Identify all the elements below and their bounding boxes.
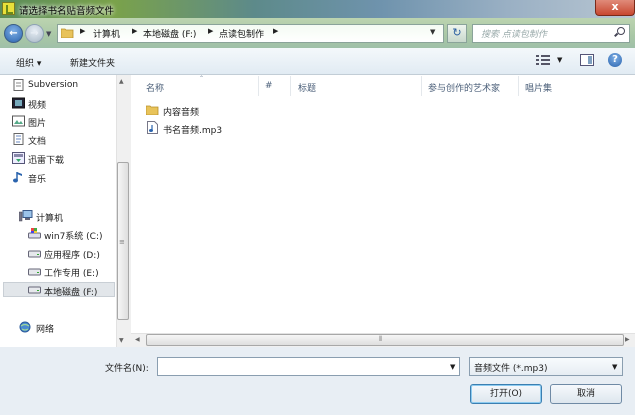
column-divider[interactable] [290,76,291,96]
column-header-album[interactable]: 唱片集 [525,81,552,94]
sidebar-item-subversion[interactable]: Subversion [28,80,78,90]
subversion-icon [12,79,25,91]
view-options-icon[interactable] [536,54,550,66]
column-header-artist[interactable]: 参与创作的艺术家 [428,81,500,94]
window-title: 请选择书名贴音频文件 [19,6,115,17]
sidebar-item-video[interactable]: 视频 [28,98,46,111]
breadcrumb-drive-f[interactable]: 本地磁盘 (F:) [143,27,196,40]
sidebar-item-drive-f[interactable]: 本地磁盘 (F:) [44,285,97,298]
column-divider[interactable] [518,76,519,96]
arrow-right-icon: → [30,28,39,39]
sidebar-item-network[interactable]: 网络 [36,322,54,335]
breadcrumb-separator-icon[interactable]: ▶ [273,27,278,35]
drive-icon [28,266,41,278]
app-icon [2,2,15,15]
column-divider[interactable] [258,76,259,96]
computer-icon [19,210,33,222]
breadcrumb-separator-icon[interactable]: ▶ [208,27,213,35]
sidebar-item-pictures[interactable]: 图片 [28,116,46,129]
sidebar-item-documents[interactable]: 文档 [28,134,46,147]
scroll-up-icon[interactable]: ▲ [119,78,124,85]
download-library-icon [12,152,25,164]
sidebar-item-music[interactable]: 音乐 [28,172,46,185]
file-row-mp3[interactable]: 书名音频.mp3 [163,123,222,136]
sort-ascending-icon: ⌃ [199,75,205,82]
sidebar-item-drive-c[interactable]: win7系统 (C:) [44,229,103,242]
search-icon[interactable] [617,27,625,35]
column-header-title[interactable]: 标题 [298,81,316,94]
music-library-icon [12,171,25,183]
folder-icon [61,27,74,38]
refresh-icon: ↻ [452,26,462,39]
back-button[interactable]: ← [4,24,23,43]
folder-icon [146,104,159,115]
address-dropdown-icon[interactable]: ▼ [430,28,435,36]
view-dropdown-icon[interactable]: ▼ [557,56,562,64]
forward-button[interactable]: → [25,24,44,43]
picture-library-icon [12,115,25,127]
refresh-button[interactable]: ↻ [447,24,467,43]
sidebar-item-downloads[interactable]: 迅雷下载 [28,153,64,166]
organize-button[interactable]: 组织 ▾ [16,56,41,69]
cancel-button[interactable]: 取消 [550,384,622,404]
sidebar-item-computer[interactable]: 计算机 [36,211,63,224]
document-library-icon [12,133,25,145]
horizontal-scroll-thumb[interactable] [146,334,624,346]
video-library-icon [12,97,25,109]
drive-icon [28,248,41,260]
breadcrumb-folder[interactable]: 点读包制作 [219,27,264,40]
filename-label: 文件名(N): [105,364,149,374]
close-button[interactable]: x [595,0,635,16]
network-icon [19,321,33,333]
filetype-dropdown-icon[interactable]: ▼ [612,363,617,371]
filename-dropdown-icon[interactable]: ▼ [450,363,455,371]
new-folder-button[interactable]: 新建文件夹 [70,56,115,69]
system-drive-icon [28,228,41,240]
grip-icon: ≡ [119,238,125,246]
sidebar-item-drive-e[interactable]: 工作专用 (E:) [44,266,99,279]
audio-file-icon [147,121,158,134]
breadcrumb-separator-icon[interactable]: ▶ [132,27,137,35]
drive-icon [28,284,41,296]
grip-icon: ⦀ [379,335,383,343]
column-header-number[interactable]: # [265,81,273,91]
filename-input[interactable] [157,357,460,376]
filetype-value: 音频文件 (*.mp3) [474,364,548,374]
history-dropdown-icon[interactable]: ▼ [46,30,51,38]
scroll-left-icon[interactable]: ◀ [135,336,140,343]
breadcrumb-separator-icon[interactable]: ▶ [80,27,85,35]
scroll-right-icon[interactable]: ▶ [625,336,630,343]
sidebar-item-drive-d[interactable]: 应用程序 (D:) [44,248,100,261]
column-divider[interactable] [421,76,422,96]
preview-pane-icon[interactable] [580,54,594,66]
file-list [131,75,635,347]
column-header-name[interactable]: 名称 [146,81,164,94]
help-button[interactable]: ? [608,53,622,67]
file-row-folder[interactable]: 内容音频 [163,105,199,118]
arrow-left-icon: ← [9,28,18,39]
open-button[interactable]: 打开(O) [470,384,542,404]
breadcrumb-computer[interactable]: 计算机 [93,27,120,40]
scroll-down-icon[interactable]: ▼ [119,337,124,344]
search-placeholder: 搜索 点读包制作 [481,30,547,40]
